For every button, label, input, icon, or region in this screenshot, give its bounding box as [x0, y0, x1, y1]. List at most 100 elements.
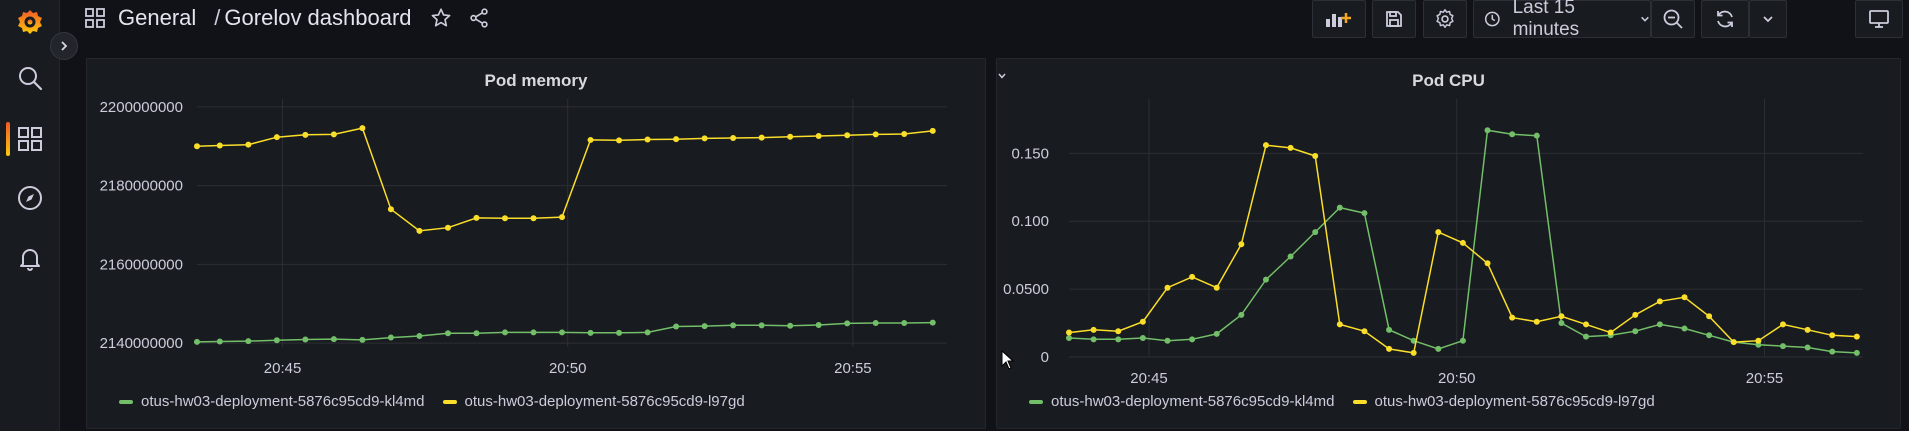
data-point[interactable] [1435, 345, 1442, 352]
data-point[interactable] [1779, 321, 1786, 328]
grafana-logo-icon[interactable] [0, 0, 60, 44]
data-point[interactable] [1681, 294, 1688, 301]
data-point[interactable] [730, 322, 737, 329]
data-point[interactable] [616, 329, 623, 336]
data-point[interactable] [1066, 334, 1072, 341]
data-point[interactable] [473, 330, 480, 337]
data-point[interactable] [1139, 318, 1146, 325]
data-point[interactable] [587, 329, 594, 336]
data-point[interactable] [872, 319, 879, 326]
data-point[interactable] [1361, 210, 1368, 217]
data-point[interactable] [1115, 328, 1122, 335]
data-point[interactable] [530, 215, 537, 222]
data-point[interactable] [929, 319, 936, 326]
data-point[interactable] [1804, 344, 1811, 351]
data-point[interactable] [1287, 253, 1294, 260]
data-point[interactable] [245, 141, 252, 148]
breadcrumb-folder[interactable]: General [118, 5, 196, 31]
data-point[interactable] [1829, 348, 1836, 355]
data-point[interactable] [302, 131, 309, 138]
data-point[interactable] [416, 227, 423, 234]
data-point[interactable] [194, 143, 200, 150]
data-point[interactable] [1804, 326, 1811, 333]
data-point[interactable] [901, 319, 908, 326]
data-point[interactable] [1558, 320, 1565, 327]
search-icon[interactable] [0, 56, 60, 100]
legend-item[interactable]: otus-hw03-deployment-5876c95cd9-l97gd [1352, 393, 1655, 410]
data-point[interactable] [1238, 311, 1245, 318]
data-point[interactable] [1706, 313, 1713, 320]
data-point[interactable] [673, 323, 680, 330]
data-point[interactable] [758, 322, 765, 329]
data-point[interactable] [1509, 314, 1516, 321]
data-point[interactable] [1336, 204, 1343, 211]
data-point[interactable] [1090, 336, 1097, 343]
data-point[interactable] [359, 125, 366, 132]
data-point[interactable] [302, 336, 309, 343]
data-point[interactable] [559, 329, 566, 336]
kiosk-mode-button[interactable] [1855, 0, 1903, 38]
data-point[interactable] [587, 136, 594, 143]
dashboards-icon[interactable] [0, 117, 60, 161]
data-point[interactable] [1829, 332, 1836, 339]
data-point[interactable] [1238, 241, 1245, 248]
data-point[interactable] [194, 338, 200, 345]
add-panel-button[interactable] [1312, 0, 1366, 38]
data-point[interactable] [1632, 328, 1639, 335]
data-point[interactable] [359, 336, 366, 343]
pod-cpu-panel[interactable]: Pod CPU 0 0.0500 0.100 0.150 20:45 20:50 20:55… [996, 58, 1901, 429]
data-point[interactable] [330, 336, 337, 343]
data-point[interactable] [1632, 311, 1639, 318]
data-point[interactable] [1164, 337, 1171, 344]
data-point[interactable] [1164, 284, 1171, 291]
compass-icon[interactable] [0, 176, 60, 220]
share-icon[interactable] [468, 7, 490, 29]
data-point[interactable] [1853, 333, 1860, 340]
data-point[interactable] [1312, 153, 1319, 160]
data-point[interactable] [616, 137, 623, 144]
data-point[interactable] [387, 334, 394, 341]
legend-item[interactable]: otus-hw03-deployment-5876c95cd9-kl4md [119, 393, 425, 410]
data-point[interactable] [1287, 144, 1294, 151]
data-point[interactable] [1336, 321, 1343, 328]
data-point[interactable] [501, 329, 508, 336]
data-point[interactable] [872, 131, 879, 138]
data-point[interactable] [273, 337, 280, 344]
data-point[interactable] [273, 134, 280, 141]
data-point[interactable] [1533, 318, 1540, 325]
data-point[interactable] [245, 338, 252, 345]
data-point[interactable] [1607, 329, 1614, 336]
data-point[interactable] [1755, 337, 1762, 344]
star-icon[interactable] [430, 7, 452, 29]
data-point[interactable] [844, 132, 851, 139]
data-point[interactable] [1583, 333, 1590, 340]
data-point[interactable] [1484, 260, 1491, 267]
data-point[interactable] [1681, 325, 1688, 332]
dashboard-title[interactable]: Gorelov dashboard [224, 5, 411, 31]
data-point[interactable] [673, 136, 680, 143]
series-line[interactable] [196, 127, 933, 232]
data-point[interactable] [1484, 127, 1491, 134]
data-point[interactable] [530, 329, 537, 336]
data-point[interactable] [1583, 321, 1590, 328]
data-point[interactable] [701, 323, 708, 330]
pod-cpu-chart[interactable]: 0 0.0500 0.100 0.150 20:45 20:50 20:55 [997, 59, 1902, 389]
data-point[interactable] [815, 133, 822, 140]
data-point[interactable] [787, 133, 794, 140]
data-point[interactable] [1656, 298, 1663, 305]
time-range-picker[interactable]: Last 15 minutes [1473, 0, 1651, 40]
data-point[interactable] [216, 142, 223, 149]
data-point[interactable] [1459, 239, 1466, 246]
data-point[interactable] [416, 332, 423, 339]
data-point[interactable] [701, 135, 708, 142]
data-point[interactable] [730, 134, 737, 141]
refresh-interval-dropdown[interactable] [1749, 0, 1787, 38]
data-point[interactable] [644, 329, 651, 336]
data-point[interactable] [1558, 313, 1565, 320]
data-point[interactable] [1361, 328, 1368, 335]
data-point[interactable] [444, 330, 451, 337]
data-point[interactable] [216, 338, 223, 345]
data-point[interactable] [559, 214, 566, 221]
data-point[interactable] [787, 322, 794, 329]
data-point[interactable] [758, 134, 765, 141]
